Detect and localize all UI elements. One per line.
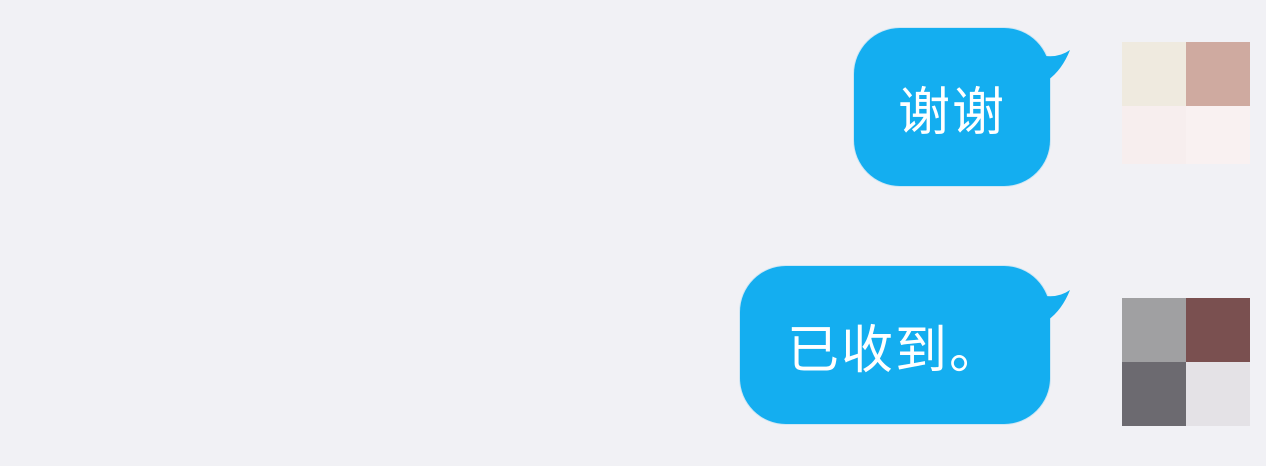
message-text: 已收到。 bbox=[786, 320, 1003, 381]
message-bubble[interactable]: 已收到。 bbox=[740, 266, 1050, 424]
message-bubble[interactable]: 谢谢 bbox=[854, 28, 1050, 186]
bubble-tail-icon bbox=[1036, 50, 1070, 80]
message-text: 谢谢 bbox=[897, 82, 1006, 143]
avatar[interactable] bbox=[1122, 42, 1250, 164]
bubble-tail-icon bbox=[1036, 290, 1070, 320]
chat-area: 谢谢 已收到。 bbox=[0, 0, 1266, 466]
avatar[interactable] bbox=[1122, 298, 1250, 426]
